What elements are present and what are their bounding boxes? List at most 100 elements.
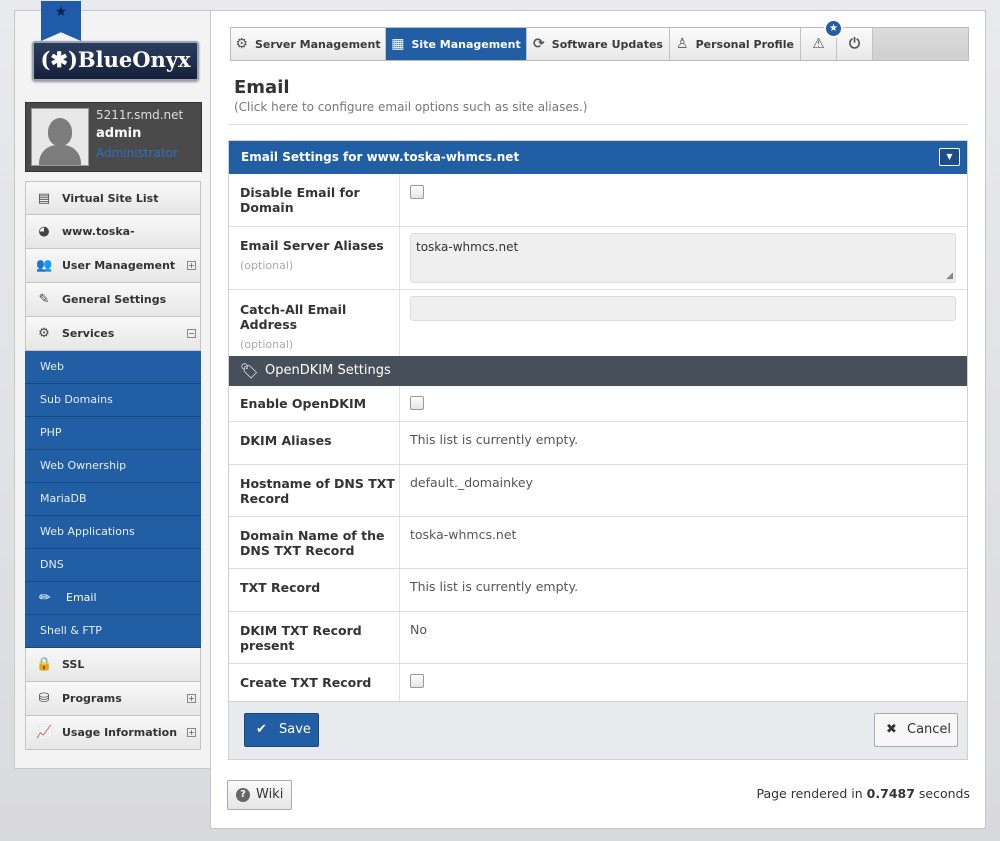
avatar [31, 108, 89, 166]
tab-software-updates[interactable]: ⟳ Software Updates [527, 28, 670, 60]
dkim-aliases-value: This list is currently empty. [410, 432, 579, 447]
create-txt-checkbox[interactable] [410, 674, 424, 688]
email-settings-form: Email Settings for www.toska-whmcs.net ▼… [228, 140, 968, 760]
refresh-icon: ⟳ [533, 36, 545, 52]
row-dkim-aliases: DKIM Aliases This list is currently empt… [229, 422, 967, 465]
sidebar-sub-dns[interactable]: DNS [25, 549, 201, 582]
blueonyx-logo[interactable]: (✱)BlueOnyx [32, 41, 199, 81]
create-txt-label: Create TXT Record [229, 664, 400, 701]
page-title: Email [234, 77, 290, 98]
form-footer: ✔ Save ✖ Cancel [229, 701, 967, 759]
row-create-txt: Create TXT Record [229, 664, 967, 701]
edit-icon: ✎ [38, 292, 50, 307]
gear-icon: ⚙ [38, 326, 50, 341]
sidebar-item-user-management[interactable]: 👥 User Management + [25, 249, 201, 283]
warning-icon: ⚠ [812, 36, 825, 52]
expand-icon[interactable]: + [187, 728, 196, 737]
txt-record-value: This list is currently empty. [410, 579, 579, 594]
gear-icon: ⚙ [235, 36, 248, 52]
dkim-aliases-label: DKIM Aliases [229, 422, 400, 464]
domain-name-value: toska-whmcs.net [410, 527, 517, 542]
user-box: 5211r.smd.net admin Administrator [25, 102, 202, 172]
disable-email-checkbox[interactable] [410, 185, 424, 199]
sidebar-sub-mariadb[interactable]: MariaDB [25, 483, 201, 516]
sidebar-item-virtual-site-list[interactable]: ▤ Virtual Site List [25, 181, 201, 215]
close-icon: ✖ [886, 722, 897, 737]
sidebar-sub-web-applications[interactable]: Web Applications [25, 516, 201, 549]
enable-dkim-label: Enable OpenDKIM [229, 386, 400, 421]
sidebar-item-services[interactable]: ⚙ Services − [25, 317, 201, 351]
sidebar-item-general-settings[interactable]: ✎ General Settings [25, 283, 201, 317]
render-time: Page rendered in 0.7487 seconds [756, 786, 970, 801]
top-navigation: ⚙ Server Management ▦ Site Management ⟳ … [230, 19, 969, 61]
row-txt-present: DKIM TXT Record present No [229, 612, 967, 664]
pencil-icon: ✏ [39, 590, 51, 606]
logout-button[interactable]: ⏻ [837, 28, 873, 60]
triangle-down-icon: ▼ [946, 152, 953, 161]
txt-present-value: No [410, 622, 427, 637]
tab-site-management[interactable]: ▦ Site Management [386, 28, 527, 60]
page-subtitle[interactable]: (Click here to configure email options s… [234, 100, 587, 114]
expand-icon[interactable]: + [187, 261, 196, 270]
enable-dkim-checkbox[interactable] [410, 396, 424, 410]
catch-all-label: Catch-All Email Address (optional) [229, 290, 400, 356]
hostname-label: Hostname of DNS TXT Record [229, 465, 400, 516]
left-panel: ★ (✱)BlueOnyx 5211r.smd.net admin Admini… [14, 1, 211, 769]
resize-grip-icon[interactable]: ◢ [946, 271, 953, 281]
sidebar-sub-php[interactable]: PHP [25, 417, 201, 450]
row-hostname: Hostname of DNS TXT Record default._doma… [229, 465, 967, 517]
collapse-icon[interactable]: − [187, 329, 196, 338]
sidebar-sub-web[interactable]: Web [25, 351, 201, 384]
txt-present-label: DKIM TXT Record present [229, 612, 400, 663]
catch-all-input[interactable] [410, 296, 956, 321]
tab-server-management[interactable]: ⚙ Server Management [231, 28, 386, 60]
row-disable-email: Disable Email for Domain [229, 174, 967, 227]
lock-icon: 🔒 [36, 657, 53, 672]
sidebar-sub-email[interactable]: ✏ Email [25, 582, 201, 615]
sidebar-item-programs[interactable]: ⛁ Programs + [25, 682, 201, 716]
sidebar-item-usage-information[interactable]: 📈 Usage Information + [25, 716, 201, 750]
sidebar-sub-sub-domains[interactable]: Sub Domains [25, 384, 201, 417]
topnav-spacer [873, 28, 968, 60]
hostname-value: default._domainkey [410, 475, 533, 490]
domain-name-label: Domain Name of the DNS TXT Record [229, 517, 400, 568]
chart-icon: 📈 [36, 725, 53, 740]
sidebar-sub-web-ownership[interactable]: Web Ownership [25, 450, 201, 483]
info-icon: ? [236, 788, 250, 802]
grid-icon: ▦ [391, 36, 405, 52]
email-aliases-label: Email Server Aliases (optional) [229, 227, 400, 289]
row-txt-record: TXT Record This list is currently empty. [229, 569, 967, 612]
tab-personal-profile[interactable]: ♙ Personal Profile [670, 28, 801, 60]
row-enable-dkim: Enable OpenDKIM [229, 386, 967, 422]
disable-email-label: Disable Email for Domain [229, 174, 400, 226]
power-icon: ⏻ [848, 36, 861, 52]
person-icon: ♙ [676, 36, 689, 52]
collapse-button[interactable]: ▼ [939, 148, 960, 166]
row-catch-all: Catch-All Email Address (optional) [229, 290, 967, 356]
globe-icon: ◕ [38, 224, 50, 239]
users-icon: 👥 [36, 258, 53, 273]
sidebar-sub-shell-ftp[interactable]: Shell & FTP [25, 615, 201, 648]
opendkim-section-header: 🏷 OpenDKIM Settings [229, 356, 967, 386]
main-panel: ⚙ Server Management ▦ Site Management ⟳ … [210, 10, 986, 829]
list-icon: ▤ [37, 191, 51, 206]
user-host: 5211r.smd.net [96, 108, 184, 122]
form-header: Email Settings for www.toska-whmcs.net ▼ [229, 141, 967, 174]
user-name: admin [96, 126, 142, 141]
cancel-button[interactable]: ✖ Cancel [874, 713, 958, 747]
txt-record-label: TXT Record [229, 569, 400, 611]
sidebar-nav: ▤ Virtual Site List ◕ www.toska-whmcs.ne… [25, 181, 201, 750]
expand-icon[interactable]: + [187, 694, 196, 703]
user-role[interactable]: Administrator [96, 146, 178, 160]
sidebar-item-site[interactable]: ◕ www.toska-whmcs.net [25, 215, 201, 271]
programs-icon: ⛁ [38, 691, 50, 706]
email-aliases-textarea[interactable]: toska-whmcs.net ◢ [410, 233, 956, 283]
save-button[interactable]: ✔ Save [244, 713, 319, 747]
row-email-aliases: Email Server Aliases (optional) toska-wh… [229, 227, 967, 290]
notification-badge[interactable]: ★ [824, 19, 843, 38]
tags-icon: 🏷 [240, 362, 260, 380]
row-domain-name: Domain Name of the DNS TXT Record toska-… [229, 517, 967, 569]
wiki-button[interactable]: ? Wiki [227, 780, 292, 810]
divider [228, 124, 968, 125]
sidebar-item-ssl[interactable]: 🔒 SSL [25, 648, 201, 682]
